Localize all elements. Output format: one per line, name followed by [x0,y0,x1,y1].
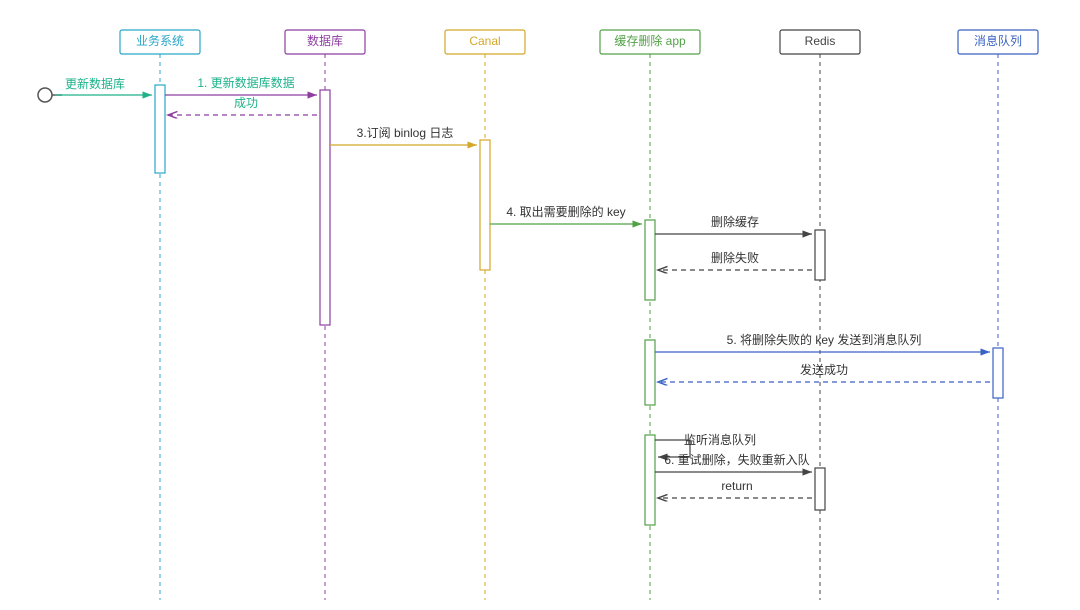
participant-mq-label: 消息队列 [974,33,1022,48]
msg-11-label: return [721,479,752,493]
activation-db [320,90,330,325]
participant-canal: Canal [445,30,525,600]
activation-redis-2 [815,468,825,510]
msg-7-label: 5. 将删除失败的 key 发送到消息队列 [727,332,922,347]
actor-label: 更新数据库 [65,76,125,91]
activation-mq [993,348,1003,398]
activation-biz [155,85,165,173]
activation-app-1 [645,220,655,300]
sequence-diagram: 业务系统 数据库 Canal 缓存删除 app Redis 消息队列 更新数据库 [0,0,1080,610]
msg-6-label: 删除失败 [711,250,759,265]
activation-app-2 [645,340,655,405]
participant-mq: 消息队列 [958,30,1038,600]
activation-redis-1 [815,230,825,280]
activation-app-3 [645,435,655,525]
participant-db-label: 数据库 [307,33,343,48]
participant-biz-label: 业务系统 [136,33,184,48]
participant-redis: Redis [780,30,860,600]
msg-10-label: 6. 重试删除，失败重新入队 [664,452,809,467]
msg-1-label: 1. 更新数据库数据 [197,75,294,90]
msg-2-label: 成功 [234,96,258,110]
participant-redis-label: Redis [805,34,836,48]
msg-4-label: 4. 取出需要删除的 key [506,204,625,219]
activation-canal [480,140,490,270]
participant-app-label: 缓存删除 app [614,33,686,48]
actor-update-db: 更新数据库 [38,76,125,102]
msg-5-label: 删除缓存 [711,214,759,229]
msg-9-label: 监听消息队列 [684,432,756,447]
msg-8-label: 发送成功 [800,362,848,377]
msg-3-label: 3.订阅 binlog 日志 [357,126,454,140]
participant-canal-label: Canal [469,34,500,48]
